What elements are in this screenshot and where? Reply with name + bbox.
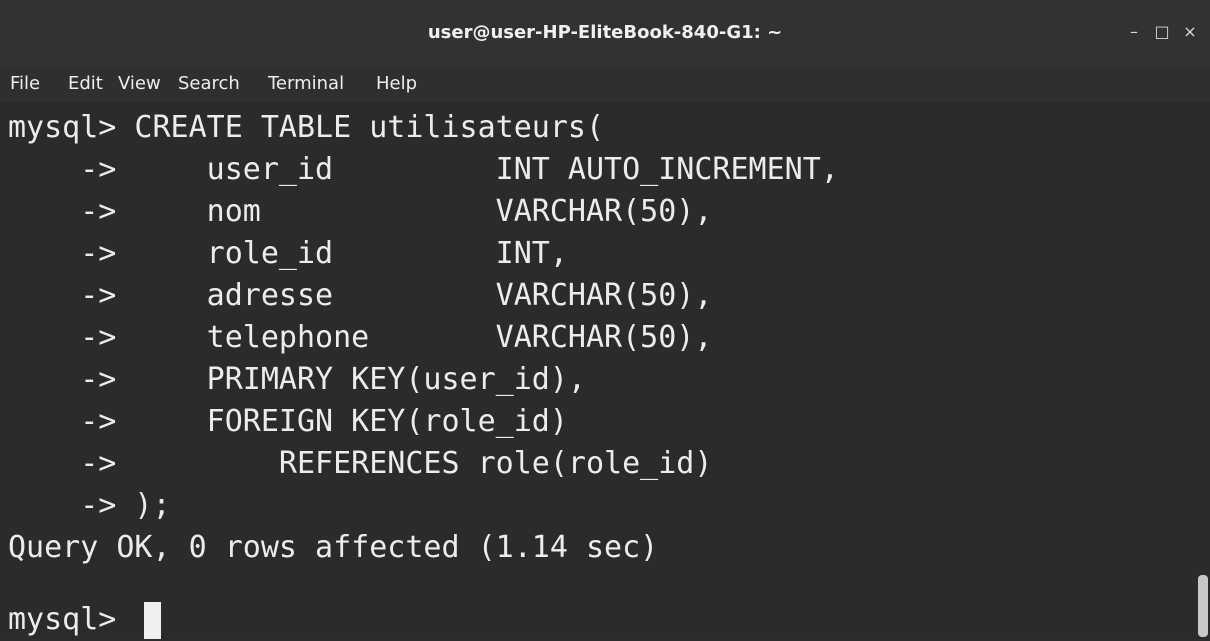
terminal-line: mysql> CREATE TABLE utilisateurs( [8,110,605,145]
terminal-line: -> PRIMARY KEY(user_id), [8,362,586,397]
terminal-line: -> adresse VARCHAR(50), [8,278,713,313]
maximize-button[interactable]: □ [1150,20,1174,44]
terminal-line: -> nom VARCHAR(50), [8,194,713,229]
menu-edit[interactable]: Edit [68,72,103,96]
title-bar[interactable]: user@user-HP-EliteBook-840-G1: ~ – □ × [0,0,1210,66]
terminal-line: Query OK, 0 rows affected (1.14 sec) [8,530,659,565]
menu-bar: File Edit View Search Terminal Help [0,66,1210,102]
menu-search[interactable]: Search [178,72,240,96]
terminal-line: -> FOREIGN KEY(role_id) [8,404,568,439]
terminal-line: -> user_id INT AUTO_INCREMENT, [8,152,839,187]
terminal-window: user@user-HP-EliteBook-840-G1: ~ – □ × F… [0,0,1210,639]
prompt-line: mysql> [8,602,135,637]
terminal-line: -> telephone VARCHAR(50), [8,320,713,355]
terminal-line: -> REFERENCES role(role_id) [8,446,713,481]
terminal-output[interactable]: mysql> CREATE TABLE utilisateurs( -> use… [0,102,1210,639]
scrollbar[interactable] [1198,575,1208,637]
terminal-line: -> ); [8,488,171,523]
close-button[interactable]: × [1178,20,1202,44]
menu-file[interactable]: File [10,72,40,96]
text-cursor [144,602,161,639]
terminal-line: -> role_id INT, [8,236,568,271]
minimize-button[interactable]: – [1122,20,1146,44]
menu-terminal[interactable]: Terminal [268,72,344,96]
window-title: user@user-HP-EliteBook-840-G1: ~ [427,22,783,43]
menu-view[interactable]: View [118,72,161,96]
menu-help[interactable]: Help [376,72,417,96]
